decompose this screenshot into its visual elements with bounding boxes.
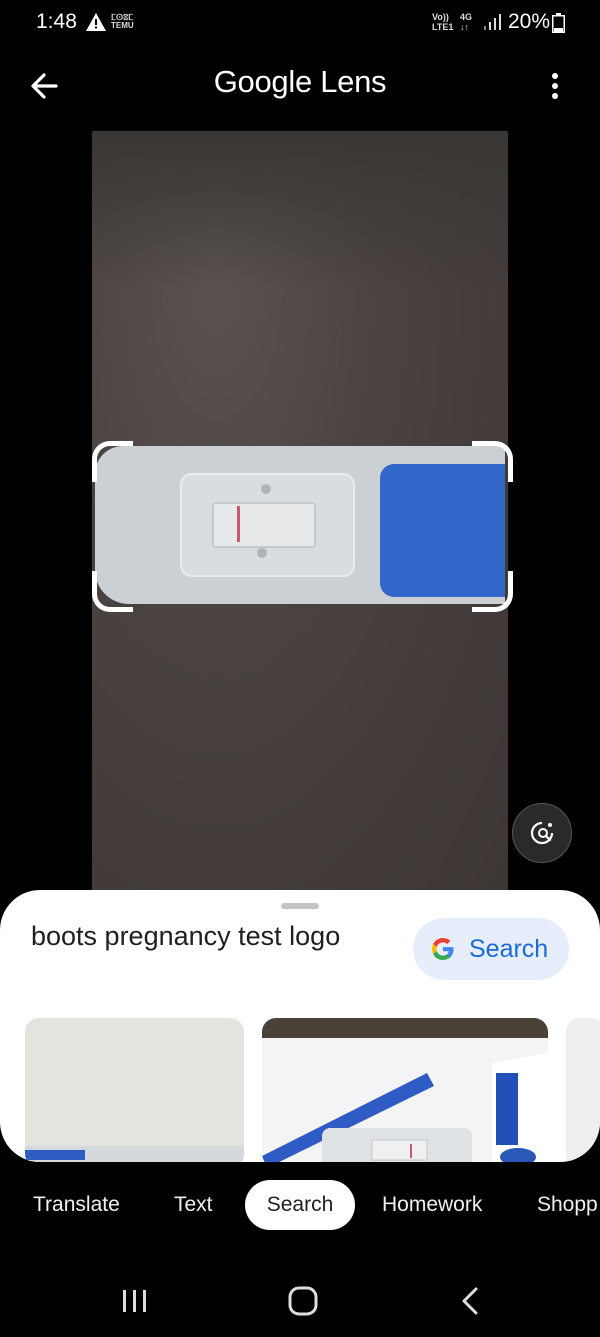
app-title: Google Lens (0, 64, 600, 100)
lens-search-icon (530, 821, 554, 845)
title-product: Lens (320, 64, 387, 99)
tab-homework[interactable]: Homework (382, 1180, 482, 1230)
lens-mode-tabs: Translate Text Search Homework Shopp (0, 1180, 600, 1232)
network-type: 4G ↓↑ (460, 12, 473, 32)
tab-shopping[interactable]: Shopp (537, 1180, 598, 1230)
crop-handle-top-left[interactable] (92, 441, 133, 482)
tab-text[interactable]: Text (174, 1180, 213, 1230)
window-dot (261, 484, 271, 494)
status-time: 1:48 (36, 10, 77, 33)
warning-icon (86, 13, 106, 31)
result-thumbnail[interactable] (566, 1018, 600, 1162)
google-g-icon (432, 938, 454, 960)
image-search-button[interactable] (512, 803, 572, 863)
search-query-text: boots pregnancy test logo (31, 921, 341, 951)
tab-translate[interactable]: Translate (33, 1180, 120, 1230)
nav-back-icon[interactable] (460, 1286, 480, 1316)
recent-apps-icon[interactable] (120, 1288, 150, 1314)
result-window (212, 502, 316, 548)
result-line (237, 506, 240, 542)
crop-handle-top-right[interactable] (472, 441, 513, 482)
selected-object[interactable] (95, 446, 505, 604)
battery-percent: 20% (508, 10, 551, 33)
tab-search[interactable]: Search (245, 1180, 355, 1230)
photo-shadow (92, 131, 508, 291)
window-dot (257, 548, 267, 558)
google-search-button[interactable]: Search (413, 918, 569, 980)
search-button-label: Search (469, 934, 549, 963)
signal-icon (484, 14, 501, 30)
home-icon[interactable] (288, 1286, 318, 1316)
more-vert-icon[interactable] (540, 68, 570, 104)
sheet-drag-handle[interactable] (281, 903, 319, 909)
results-sheet: boots pregnancy test logo Search (0, 890, 600, 1162)
crop-handle-bottom-right[interactable] (472, 571, 513, 612)
crop-handle-bottom-left[interactable] (92, 571, 133, 612)
battery-icon (552, 13, 565, 33)
result-thumbnail[interactable] (25, 1018, 244, 1162)
temu-app-icon: ⵎⵙⵓⵎ TEMU (111, 13, 134, 30)
volte-indicator: Vo)) LTE1 (432, 12, 454, 32)
result-thumbnail[interactable] (262, 1018, 548, 1162)
title-brand: Google (213, 64, 312, 99)
